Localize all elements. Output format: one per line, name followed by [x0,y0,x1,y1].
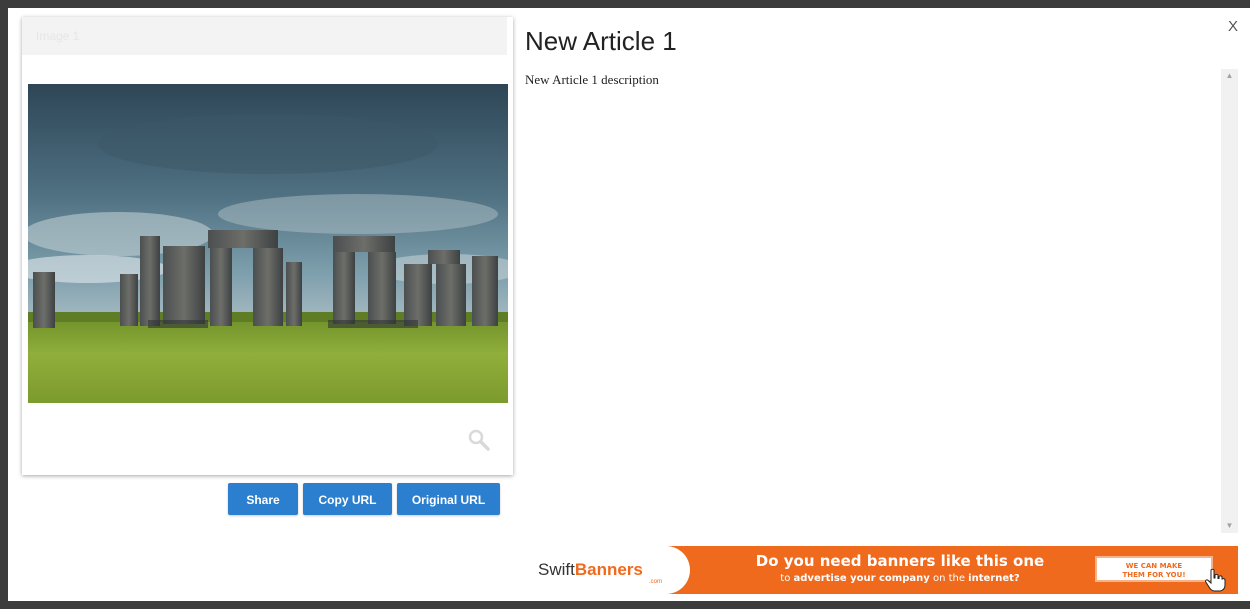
article-title: New Article 1 [525,26,677,56]
share-button[interactable]: Share [228,483,298,515]
article-description-area[interactable]: New Article 1 description [523,69,1223,533]
banner-headline: Do you need banners like this one [755,552,1045,570]
ad-banner[interactable]: SwiftBanners .com Do you need banners li… [525,546,1238,594]
image-card-header: Image 1 [22,17,507,55]
article-modal: X Image 1 Share Copy URL Original URL Ne… [8,8,1250,601]
banner-cta-button[interactable]: WE CAN MAKE THEM FOR YOU! [1095,556,1213,582]
stonehenge-photo[interactable] [28,84,508,403]
copy-url-button[interactable]: Copy URL [303,483,392,515]
close-button[interactable]: X [1225,18,1241,36]
hand-pointer-icon [1204,568,1226,592]
banner-subline: to advertise your company on the interne… [780,573,1020,584]
description-scrollbar[interactable]: ▲ ▼ [1221,69,1238,533]
magnifier-icon[interactable] [466,427,492,453]
logo-domain: .com [649,579,663,585]
image-card: Image 1 [22,17,513,475]
scroll-up-arrow-icon[interactable]: ▲ [1221,69,1238,83]
scroll-down-arrow-icon[interactable]: ▼ [1221,519,1238,533]
swiftbanners-logo: SwiftBanners .com [525,546,690,594]
original-url-button[interactable]: Original URL [397,483,500,515]
logo-text: SwiftBanners [538,560,643,579]
article-description: New Article 1 description [525,72,659,87]
